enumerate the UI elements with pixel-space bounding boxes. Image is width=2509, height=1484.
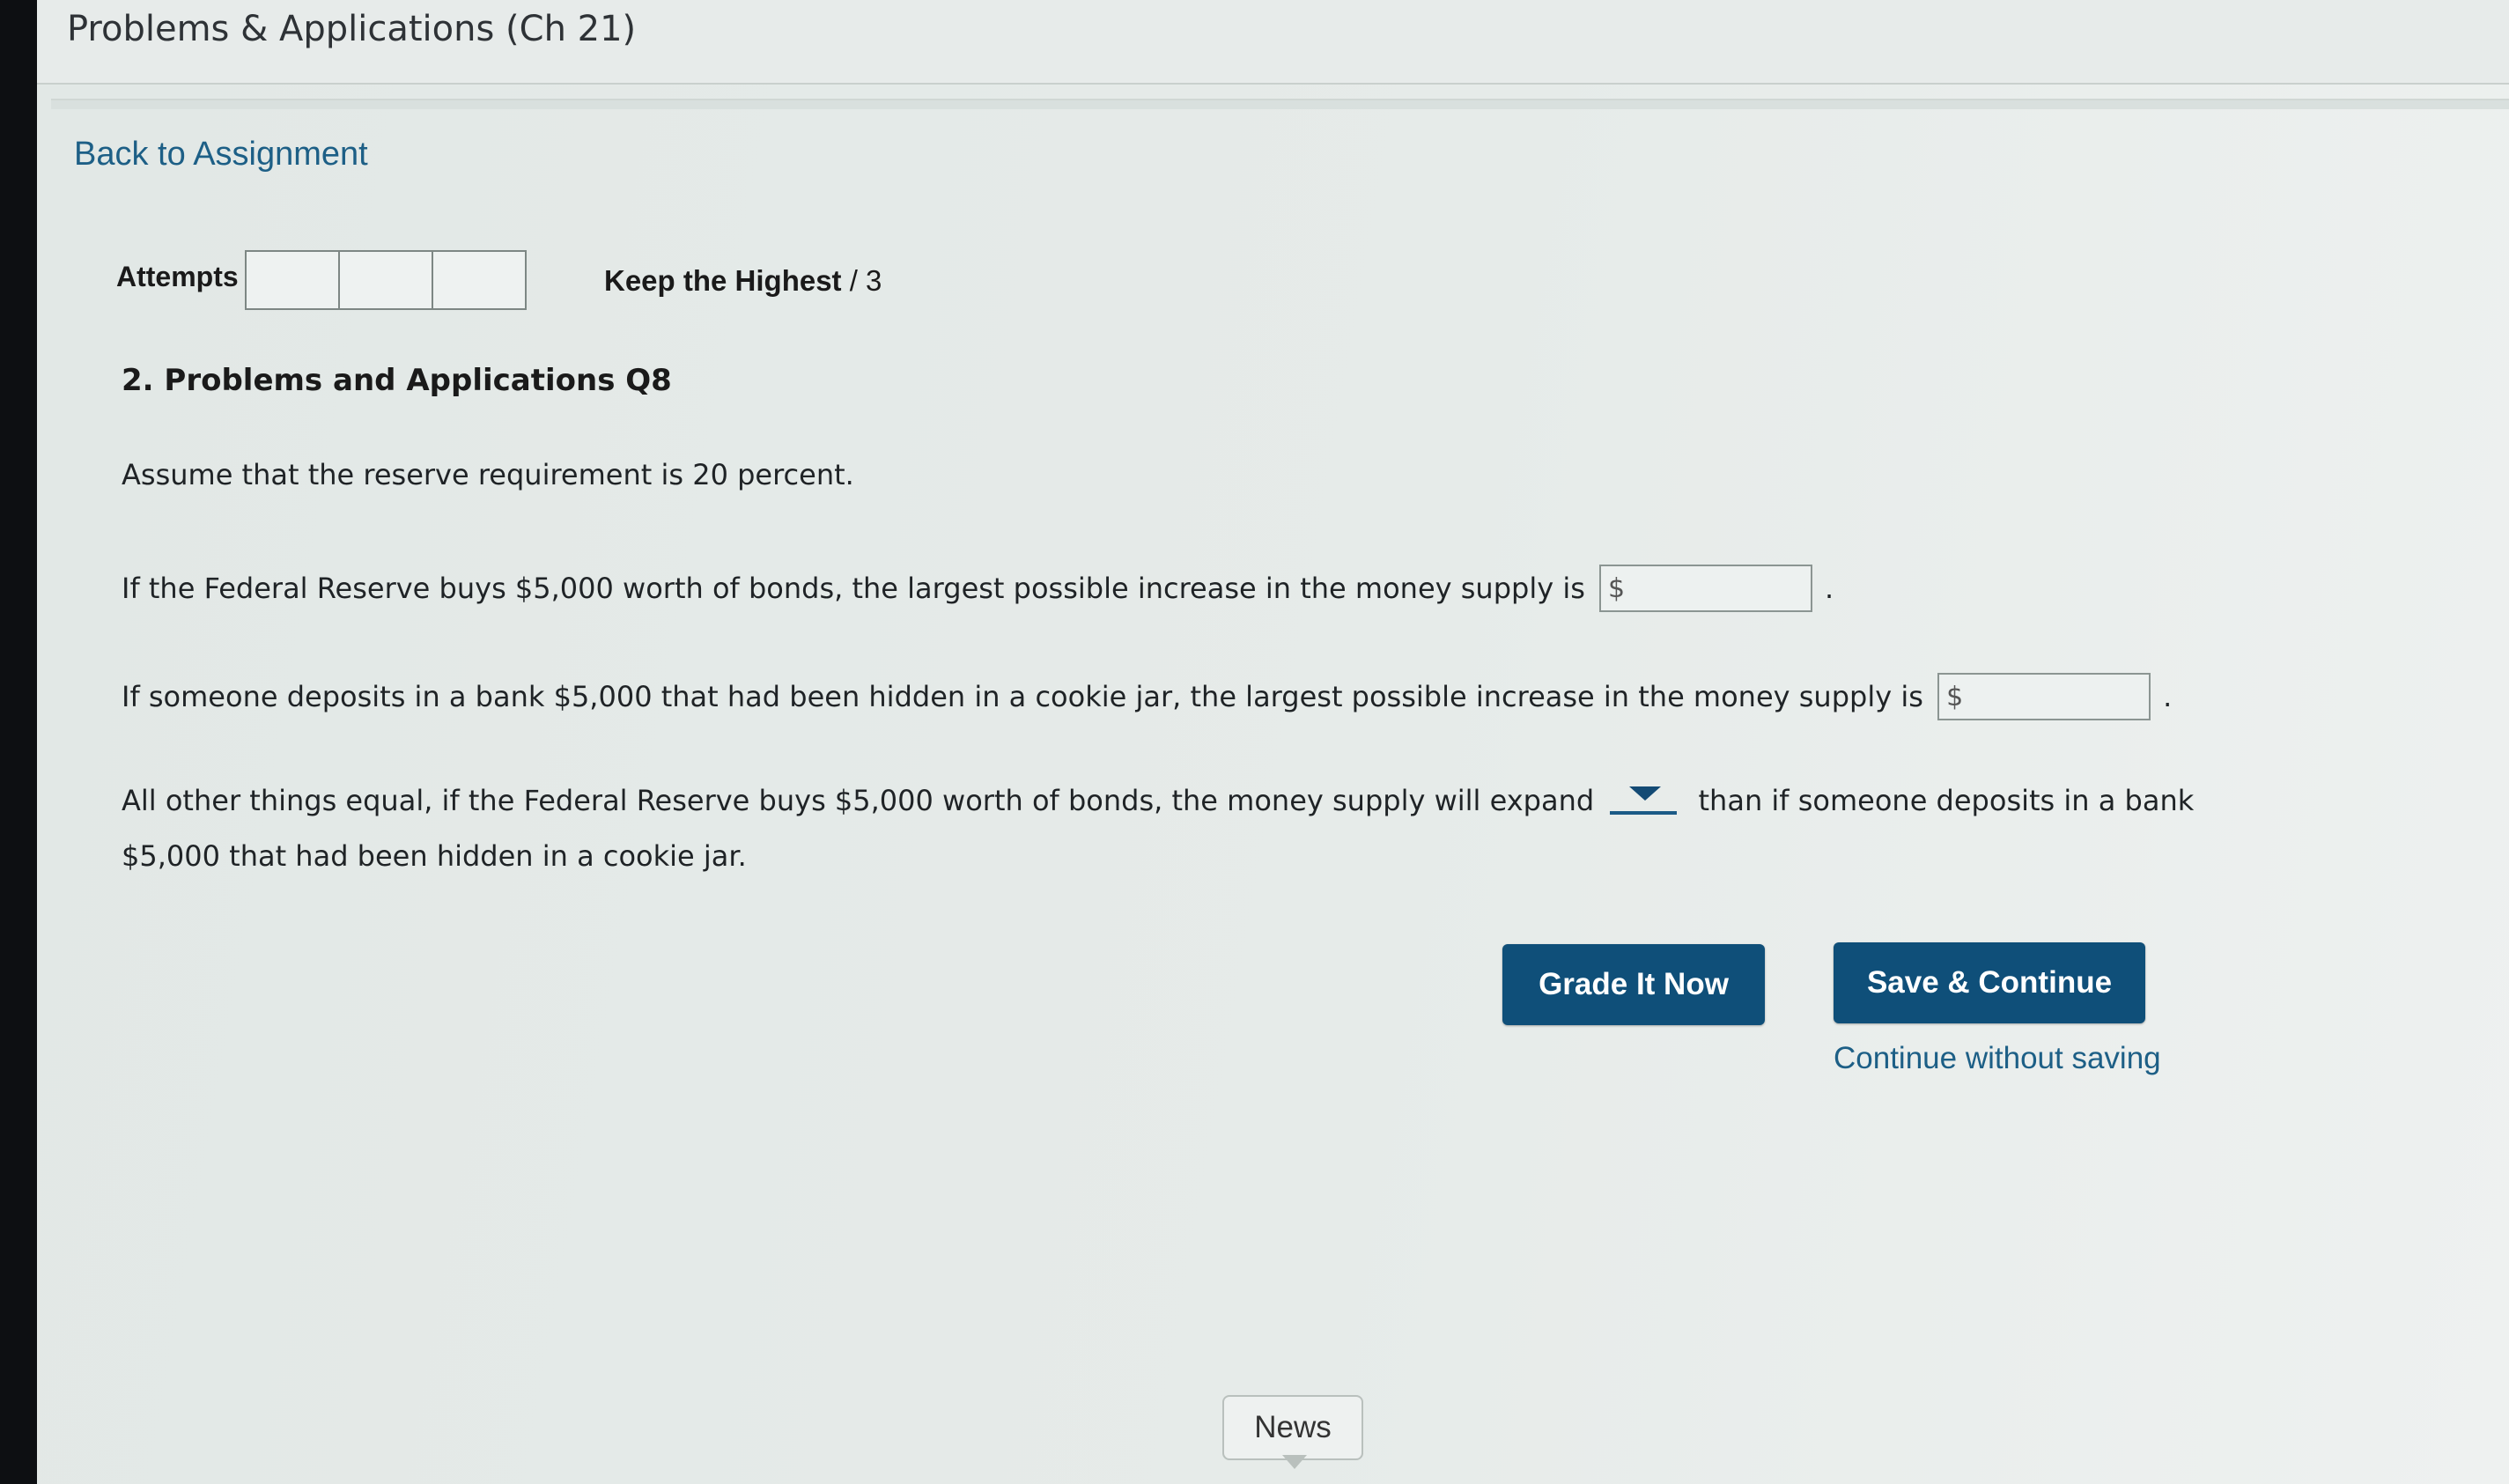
screen-bezel xyxy=(0,0,37,1484)
question-part-2: If someone deposits in a bank $5,000 tha… xyxy=(122,673,2173,722)
question-part-3: All other things equal, if the Federal R… xyxy=(122,784,2194,820)
save-and-continue-button[interactable]: Save & Continue xyxy=(1834,942,2145,1023)
period: . xyxy=(1825,572,1834,605)
divider xyxy=(51,99,2509,109)
answer-field-2[interactable]: $ xyxy=(1937,673,2151,720)
question-part-1-text: If the Federal Reserve buys $5,000 worth… xyxy=(122,572,1585,605)
attempt-box xyxy=(245,250,340,310)
question-part-2-text: If someone deposits in a bank $5,000 tha… xyxy=(122,680,1923,713)
answer-field-1[interactable]: $ xyxy=(1599,565,1813,612)
page-title: Problems & Applications (Ch 21) xyxy=(67,9,637,49)
question-intro: Assume that the reserve requirement is 2… xyxy=(122,458,854,491)
news-pointer xyxy=(1282,1455,1307,1469)
attempt-box xyxy=(433,250,527,310)
question-part-3-text-after: than if someone deposits in a bank xyxy=(1698,784,2195,817)
attempts-indicator xyxy=(245,250,527,310)
chevron-down-icon xyxy=(1629,786,1662,801)
keep-highest-label: Keep the Highest xyxy=(604,264,842,297)
grade-it-now-button[interactable]: Grade It Now xyxy=(1502,944,1765,1025)
back-to-assignment-link[interactable]: Back to Assignment xyxy=(74,136,368,174)
answer-dropdown[interactable] xyxy=(1610,779,1678,815)
currency-symbol: $ xyxy=(1946,682,1964,712)
period: . xyxy=(2163,680,2173,713)
top-bar: Problems & Applications (Ch 21) xyxy=(37,0,2509,85)
news-button[interactable]: News xyxy=(1222,1395,1363,1460)
question-title: 2. Problems and Applications Q8 xyxy=(122,363,672,398)
attempts-label: Attempts xyxy=(116,261,239,292)
app-window: Problems & Applications (Ch 21) Back to … xyxy=(37,0,2509,1484)
grading-policy: Keep the Highest / 3 xyxy=(604,264,882,298)
answer-input-2[interactable] xyxy=(1969,678,2141,713)
continue-without-saving-link[interactable]: Continue without saving xyxy=(1834,1041,2161,1076)
answer-input-1[interactable] xyxy=(1631,570,1803,605)
max-attempts: / 3 xyxy=(841,264,882,297)
question-part-1: If the Federal Reserve buys $5,000 worth… xyxy=(122,565,1834,614)
attempt-box xyxy=(340,250,433,310)
currency-symbol: $ xyxy=(1608,573,1626,604)
question-part-3-line-2: $5,000 that had been hidden in a cookie … xyxy=(122,839,747,873)
question-part-3-text-before: All other things equal, if the Federal R… xyxy=(122,784,1595,817)
